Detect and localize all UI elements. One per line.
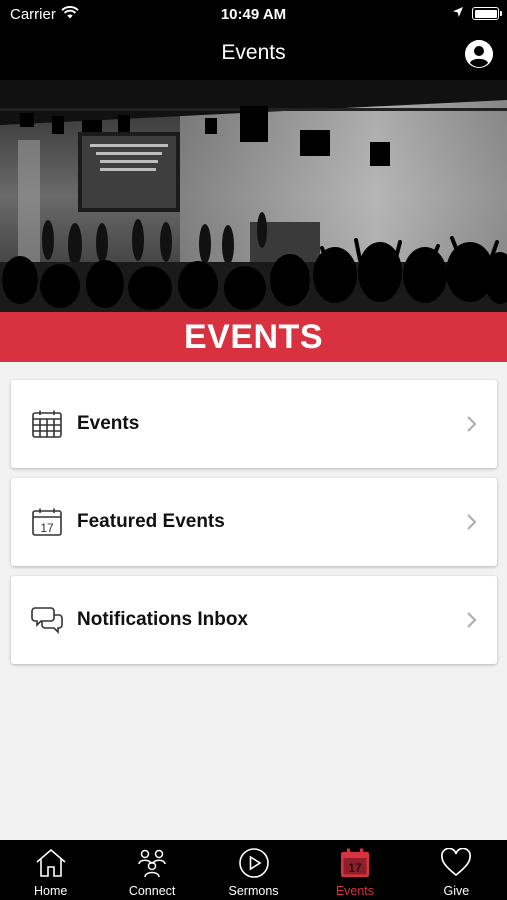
- user-avatar-icon: [465, 40, 493, 68]
- people-icon: [135, 846, 169, 880]
- menu-item-featured-events[interactable]: 17 Featured Events: [11, 478, 497, 566]
- status-time: 10:49 AM: [220, 6, 287, 23]
- page-title: Events: [221, 41, 286, 64]
- heart-icon: [439, 846, 473, 880]
- menu-item-events[interactable]: Events: [11, 380, 497, 468]
- home-icon: [34, 846, 68, 880]
- tab-label: Sermons: [228, 884, 279, 898]
- calendar-day-number: 17: [40, 521, 54, 535]
- calendar-grid-icon: [31, 408, 63, 440]
- events-banner: EVENTS: [0, 312, 507, 362]
- tab-label: Events: [335, 884, 375, 898]
- tab-label: Home: [34, 884, 68, 898]
- menu-item-label: Events: [77, 413, 140, 434]
- calendar-day-number: 17: [348, 861, 362, 875]
- banner-title: EVENTS: [183, 317, 324, 356]
- nav-bar: Events: [0, 28, 507, 80]
- calendar-icon: 17: [338, 846, 372, 880]
- tab-bar: Home Connect Sermons 17 Events Give: [0, 840, 507, 900]
- hero-image: [0, 80, 507, 312]
- tab-sermons[interactable]: Sermons: [203, 840, 304, 900]
- tab-connect[interactable]: Connect: [101, 840, 202, 900]
- menu-item-notifications-inbox[interactable]: Notifications Inbox: [11, 576, 497, 664]
- tab-events[interactable]: 17 Events: [304, 840, 405, 900]
- chevron-right-icon: [467, 416, 477, 432]
- play-circle-icon: [237, 846, 271, 880]
- tab-give[interactable]: Give: [406, 840, 507, 900]
- chat-bubbles-icon: [31, 604, 63, 636]
- profile-button[interactable]: [465, 40, 493, 68]
- calendar-17-icon: 17: [31, 506, 63, 538]
- chevron-right-icon: [467, 514, 477, 530]
- chevron-right-icon: [467, 612, 477, 628]
- status-bar: Carrier 10:49 AM: [0, 0, 507, 28]
- tab-label: Connect: [128, 884, 176, 898]
- tab-label: Give: [443, 884, 470, 898]
- status-right: [452, 5, 502, 22]
- location-arrow-icon: [452, 5, 464, 22]
- menu-item-label: Featured Events: [77, 511, 225, 532]
- menu-item-label: Notifications Inbox: [77, 609, 248, 630]
- tab-home[interactable]: Home: [0, 840, 101, 900]
- battery-icon: [472, 7, 502, 20]
